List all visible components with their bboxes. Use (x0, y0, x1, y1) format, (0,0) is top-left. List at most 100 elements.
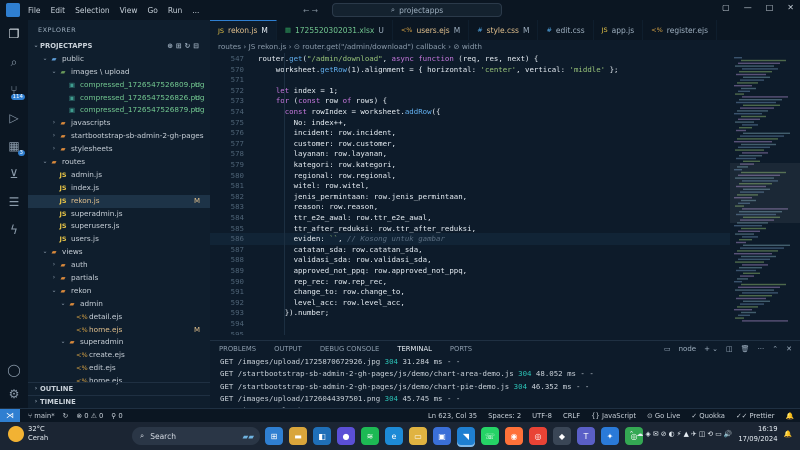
terminal-shell-name[interactable]: node (679, 345, 696, 353)
code-editor[interactable]: 547 router.get("/admin/download", async f… (210, 53, 800, 335)
tree-item[interactable]: <% detail.ejs (28, 311, 210, 324)
panel-tab-problems[interactable]: PROBLEMS (219, 341, 256, 357)
tree-item[interactable]: JS admin.js (28, 169, 210, 182)
tree-item[interactable]: JS users.js (28, 233, 210, 246)
panel-tab-output[interactable]: OUTPUT (274, 341, 302, 357)
explorer-icon[interactable]: ❐ (0, 20, 28, 48)
notifications-icon[interactable]: 🔔 (786, 412, 794, 420)
menu-item[interactable]: ... (192, 6, 199, 15)
tree-item[interactable]: ⌄ ▰ rekon (28, 285, 210, 298)
tree-item[interactable]: › ▰ partials (28, 272, 210, 285)
tree-item[interactable]: JS superusers.js (28, 220, 210, 233)
problems-status[interactable]: ⊗ 0 ⚠ 0 (76, 412, 103, 420)
go-live-button[interactable]: ⊙ Go Live (647, 412, 680, 420)
sync-icon[interactable]: ↻ (63, 412, 69, 420)
clock[interactable]: 16:19 17/09/2024 (738, 424, 777, 444)
database-icon[interactable]: ☰ (0, 188, 28, 216)
tree-item[interactable]: ⌄ ▰ admin (28, 298, 210, 311)
cursor-position[interactable]: Ln 623, Col 35 (428, 412, 477, 420)
run-debug-icon[interactable]: ▷ (0, 104, 28, 132)
app-blue-icon[interactable]: ✦ (601, 427, 619, 445)
split-terminal-icon[interactable]: ◫ (726, 345, 733, 353)
close-icon[interactable]: ✕ (787, 3, 794, 12)
file-explorer-icon[interactable]: ▬ (289, 427, 307, 445)
meet-icon[interactable]: ● (337, 427, 355, 445)
ports-status[interactable]: ⚲ 0 (111, 412, 122, 420)
editor-tab[interactable]: JS rekon.js M (210, 20, 277, 40)
tree-item[interactable]: JS superadmin.js (28, 208, 210, 221)
tree-item[interactable]: ▣ compressed_1726547526879.png U (28, 104, 210, 117)
tree-item[interactable]: › ▰ startbootstrap-sb-admin-2-gh-pages (28, 130, 210, 143)
layout-icon[interactable]: ▢ (722, 3, 730, 12)
terminal-output[interactable]: GET /images/upload/1725870672926.jpg 304… (210, 356, 800, 415)
menu-item[interactable]: Go (147, 6, 157, 15)
minimize-icon[interactable]: — (744, 3, 752, 12)
tree-item[interactable]: ⌄ ▰ images \ upload (28, 66, 210, 79)
eol-status[interactable]: CRLF (563, 412, 580, 420)
edge-icon[interactable]: e (385, 427, 403, 445)
tray-icons[interactable]: ⌃ ☁ ◈ ✉ ⊘ ◐ ⚡ ▲ ✈ ◫ ⟲ ▭ 🔊 (629, 430, 733, 438)
tree-item[interactable]: › ▰ auth (28, 259, 210, 272)
spotify-icon[interactable]: ≋ (361, 427, 379, 445)
chrome-icon[interactable]: ◎ (529, 427, 547, 445)
menu-item[interactable]: Selection (75, 6, 110, 15)
vscode-icon[interactable]: ◥ (457, 427, 475, 445)
weather-widget[interactable]: 32°C Cerah (8, 425, 48, 443)
editor-tab[interactable]: # edit.css (538, 20, 594, 40)
tree-item[interactable]: › ▰ stylesheets (28, 143, 210, 156)
menu-item[interactable]: Edit (51, 6, 66, 15)
panel-tab-ports[interactable]: PORTS (450, 341, 472, 357)
lightning-icon[interactable]: ϟ (0, 216, 28, 244)
tree-item[interactable]: ⌄ ▰ routes (28, 156, 210, 169)
vscode-mini-icon[interactable]: ◧ (313, 427, 331, 445)
panel-tab-debug-console[interactable]: DEBUG CONSOLE (320, 341, 380, 357)
tree-item[interactable]: ⌄ ▰ public (28, 53, 210, 66)
app-dark-icon[interactable]: ◆ (553, 427, 571, 445)
outline-section[interactable]: › OUTLINE (28, 382, 210, 395)
close-panel-icon[interactable]: ✕ (786, 345, 792, 353)
tree-item[interactable]: ▣ compressed_1726547526809.png U (28, 79, 210, 92)
folder-icon[interactable]: ▭ (409, 427, 427, 445)
nav-arrows-icon[interactable]: ← → (303, 6, 318, 15)
panel-tab-terminal[interactable]: TERMINAL (397, 341, 432, 357)
search-icon[interactable]: ⌕ (0, 48, 28, 76)
firefox-icon[interactable]: ◉ (505, 427, 523, 445)
filter-icon[interactable]: ⊻ (0, 160, 28, 188)
editor-tab[interactable]: # style.css M (469, 20, 539, 40)
branch-status[interactable]: ⑂ main* (28, 412, 55, 420)
tree-item[interactable]: <% home.ejs M (28, 324, 210, 337)
menu-item[interactable]: Run (168, 6, 182, 15)
whatsapp-icon[interactable]: ☏ (481, 427, 499, 445)
prettier-button[interactable]: ✓✓ Prettier (736, 412, 775, 420)
tree-item[interactable]: JS rekon.js M (28, 194, 210, 208)
maximize-icon[interactable]: □ (766, 3, 774, 12)
tree-item[interactable]: <% edit.ejs (28, 362, 210, 375)
timeline-section[interactable]: › TIMELINE (28, 395, 210, 408)
maximize-panel-icon[interactable]: ⌃ (772, 345, 778, 353)
settings-gear-icon[interactable]: ⚙ (0, 380, 28, 408)
tree-item[interactable]: ⌄ ▰ superadmin (28, 336, 210, 349)
notification-bell-icon[interactable]: 🔔 (784, 430, 792, 438)
editor-tab[interactable]: JS app.js (594, 20, 644, 40)
extensions-icon[interactable]: ▦ 3 (0, 132, 28, 160)
terminal-shell-icon[interactable]: ▭ (664, 345, 671, 353)
store-icon[interactable]: ▣ (433, 427, 451, 445)
more-actions-icon[interactable]: ··· (758, 345, 765, 353)
editor-tab[interactable]: <% register.ejs (643, 20, 718, 40)
quokka-button[interactable]: ✓ Quokka (691, 412, 725, 420)
indentation-status[interactable]: Spaces: 2 (488, 412, 521, 420)
tree-item[interactable]: <% create.ejs (28, 349, 210, 362)
tree-item[interactable]: › ▰ javascripts (28, 117, 210, 130)
explorer-actions-icon[interactable]: ⊕⊞↻⊟ (167, 40, 202, 53)
menu-item[interactable]: File (28, 6, 41, 15)
code-line[interactable]: 595 (210, 329, 730, 335)
breadcrumb[interactable]: routes › JS rekon.js › ⊙ router.get("/ad… (210, 40, 800, 53)
remote-indicator-icon[interactable]: ⋊ (0, 408, 20, 423)
teams-icon[interactable]: T (577, 427, 595, 445)
command-center[interactable]: ← → ⌕ projectapps (303, 3, 502, 17)
editor-tab[interactable]: <% users.ejs M (393, 20, 470, 40)
tree-item[interactable]: ▣ compressed_1726547526826.png U (28, 92, 210, 105)
menu-item[interactable]: View (120, 6, 138, 15)
add-terminal-icon[interactable]: + ⌄ (704, 345, 718, 353)
tree-item[interactable]: ⌄ ▰ views (28, 246, 210, 259)
